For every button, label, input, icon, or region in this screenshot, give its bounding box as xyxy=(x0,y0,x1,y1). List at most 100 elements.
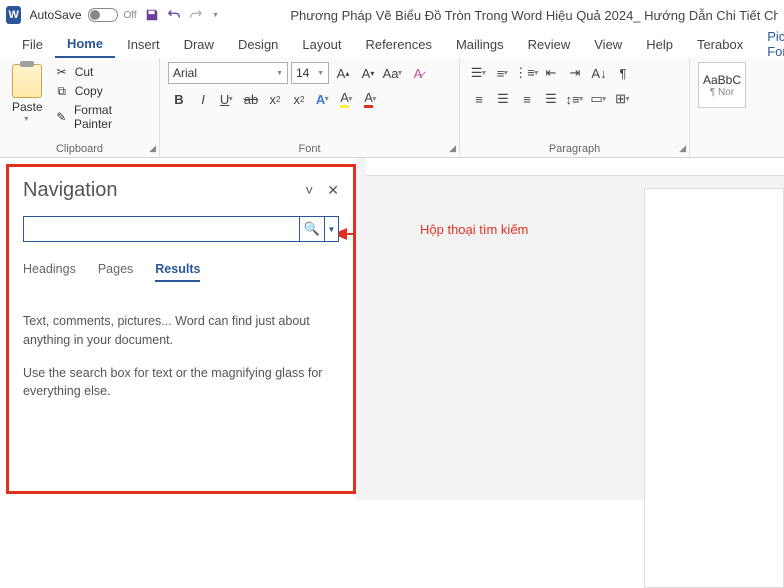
sort-button[interactable]: A↓ xyxy=(588,62,610,84)
menu-home[interactable]: Home xyxy=(55,31,115,58)
align-left-button[interactable]: ≡ xyxy=(468,88,490,110)
decrease-font-button[interactable]: A▾ xyxy=(357,62,379,84)
italic-button[interactable]: I xyxy=(192,88,214,110)
ribbon-group-clipboard: Paste ▼ ✂Cut ⧉ Copy ✎ Format Painter Clipb… xyxy=(0,58,160,157)
bullets-button[interactable]: ☰▼ xyxy=(468,62,490,84)
navigation-pane: Navigation ˅ ✕ 🔍 ▼ Headings Pages Result… xyxy=(6,164,356,494)
document-page[interactable] xyxy=(644,188,784,588)
cut-button[interactable]: ✂Cut xyxy=(53,64,151,80)
format-painter-button[interactable]: ✎ Format Painter xyxy=(53,102,151,132)
nav-body-text-2: Use the search box for text or the magni… xyxy=(23,364,339,402)
align-right-button[interactable]: ≡ xyxy=(516,88,538,110)
clipboard-group-label: Clipboard xyxy=(8,141,151,155)
document-title: Phương Pháp Vẽ Biểu Đồ Tròn Trong Word H… xyxy=(290,8,778,23)
font-name-value: Arial xyxy=(173,66,197,80)
change-case-button[interactable]: Aa▼ xyxy=(382,62,404,84)
qat-dropdown-icon[interactable]: ▼ xyxy=(209,7,223,23)
menu-review[interactable]: Review xyxy=(516,32,583,57)
ruler[interactable] xyxy=(366,158,784,176)
format-painter-icon: ✎ xyxy=(55,110,68,124)
paste-label: Paste xyxy=(12,100,43,114)
chevron-down-icon[interactable]: ▼ xyxy=(23,116,30,123)
highlight-button[interactable]: A▼ xyxy=(336,88,358,110)
ribbon-group-font: Arial▼ 14▼ A▴ A▾ Aa▼ A̷ B I U▼ ab x2 x2 … xyxy=(160,58,460,157)
shading-button[interactable]: ▭▼ xyxy=(588,88,610,110)
text-effects-button[interactable]: A▼ xyxy=(312,88,334,110)
autosave-label: AutoSave xyxy=(29,8,81,22)
nav-body-text-1: Text, comments, pictures... Word can fin… xyxy=(23,312,339,350)
paste-button[interactable]: Paste ▼ xyxy=(8,62,47,141)
font-name-select[interactable]: Arial ▼ xyxy=(168,62,288,84)
copy-button[interactable]: ⧉ Copy xyxy=(53,83,151,99)
underline-button[interactable]: U▼ xyxy=(216,88,238,110)
style-caption: ¶ Nor xyxy=(710,87,734,98)
menu-references[interactable]: References xyxy=(353,32,443,57)
autosave-state: Off xyxy=(124,10,137,21)
menu-bar: File Home Insert Draw Design Layout Refe… xyxy=(0,30,784,58)
paragraph-dialog-launcher-icon[interactable]: ◢ xyxy=(679,143,686,154)
borders-button[interactable]: ⊞▼ xyxy=(612,88,634,110)
nav-tab-headings[interactable]: Headings xyxy=(23,262,76,282)
format-painter-label: Format Painter xyxy=(74,103,149,131)
menu-terabox[interactable]: Terabox xyxy=(685,32,755,57)
workspace: Navigation ˅ ✕ 🔍 ▼ Headings Pages Result… xyxy=(0,158,784,500)
bold-button[interactable]: B xyxy=(168,88,190,110)
show-marks-button[interactable]: ¶ xyxy=(612,62,634,84)
search-icon[interactable]: 🔍 xyxy=(299,216,325,242)
style-sample: AaBbC xyxy=(703,73,741,87)
nav-tab-pages[interactable]: Pages xyxy=(98,262,133,282)
chevron-down-icon: ▼ xyxy=(276,70,283,77)
font-size-select[interactable]: 14 ▼ xyxy=(291,62,329,84)
navigation-body: Text, comments, pictures... Word can fin… xyxy=(23,312,339,401)
increase-indent-button[interactable]: ⇥ xyxy=(564,62,586,84)
clipboard-dialog-launcher-icon[interactable]: ◢ xyxy=(149,143,156,154)
ribbon-group-paragraph: ☰▼ ≡▼ ⋮≡▼ ⇤ ⇥ A↓ ¶ ≡ ☰ ≡ ☰ ↕≡▼ ▭▼ ⊞▼ Par… xyxy=(460,58,690,157)
undo-icon[interactable] xyxy=(167,7,181,23)
nav-tab-results[interactable]: Results xyxy=(155,262,200,282)
search-dropdown-icon[interactable]: ▼ xyxy=(325,216,339,242)
autosave-toggle[interactable]: AutoSave Off xyxy=(29,8,136,22)
menu-mailings[interactable]: Mailings xyxy=(444,32,516,57)
collapse-icon[interactable]: ˅ xyxy=(305,182,313,199)
decrease-indent-button[interactable]: ⇤ xyxy=(540,62,562,84)
chevron-down-icon: ▼ xyxy=(317,70,324,77)
strikethrough-button[interactable]: ab xyxy=(240,88,262,110)
search-box[interactable]: 🔍 ▼ xyxy=(23,216,339,242)
font-dialog-launcher-icon[interactable]: ◢ xyxy=(449,143,456,154)
numbering-button[interactable]: ≡▼ xyxy=(492,62,514,84)
paragraph-group-label: Paragraph xyxy=(468,141,681,155)
superscript-button[interactable]: x2 xyxy=(288,88,310,110)
menu-layout[interactable]: Layout xyxy=(290,32,353,57)
font-group-label: Font xyxy=(168,141,451,155)
title-bar: W AutoSave Off ▼ Phương Pháp Vẽ Biểu Đồ … xyxy=(0,0,784,30)
save-icon[interactable] xyxy=(145,7,159,23)
copy-label: Copy xyxy=(75,84,103,98)
document-area xyxy=(356,158,784,500)
menu-picture-format[interactable]: Picture Forma xyxy=(755,24,784,64)
toggle-icon[interactable] xyxy=(88,8,118,22)
font-color-button[interactable]: A▼ xyxy=(360,88,382,110)
menu-help[interactable]: Help xyxy=(634,32,685,57)
copy-icon: ⧉ xyxy=(55,84,69,98)
menu-view[interactable]: View xyxy=(582,32,634,57)
align-center-button[interactable]: ☰ xyxy=(492,88,514,110)
annotation-label: Hộp thoại tìm kiếm xyxy=(420,222,528,237)
navigation-title: Navigation xyxy=(23,179,118,202)
multilevel-list-button[interactable]: ⋮≡▼ xyxy=(516,62,538,84)
menu-file[interactable]: File xyxy=(10,32,55,57)
style-normal[interactable]: AaBbC ¶ Nor xyxy=(698,62,746,108)
justify-button[interactable]: ☰ xyxy=(540,88,562,110)
redo-icon[interactable] xyxy=(189,7,203,23)
subscript-button[interactable]: x2 xyxy=(264,88,286,110)
clear-formatting-button[interactable]: A̷ xyxy=(407,62,429,84)
menu-insert[interactable]: Insert xyxy=(115,32,172,57)
line-spacing-button[interactable]: ↕≡▼ xyxy=(564,88,586,110)
menu-draw[interactable]: Draw xyxy=(172,32,226,57)
search-input[interactable] xyxy=(23,216,299,242)
font-size-value: 14 xyxy=(296,66,309,80)
menu-design[interactable]: Design xyxy=(226,32,290,57)
increase-font-button[interactable]: A▴ xyxy=(332,62,354,84)
close-icon[interactable]: ✕ xyxy=(327,182,339,199)
paste-icon xyxy=(12,64,42,98)
ribbon: Paste ▼ ✂Cut ⧉ Copy ✎ Format Painter Clipb… xyxy=(0,58,784,158)
